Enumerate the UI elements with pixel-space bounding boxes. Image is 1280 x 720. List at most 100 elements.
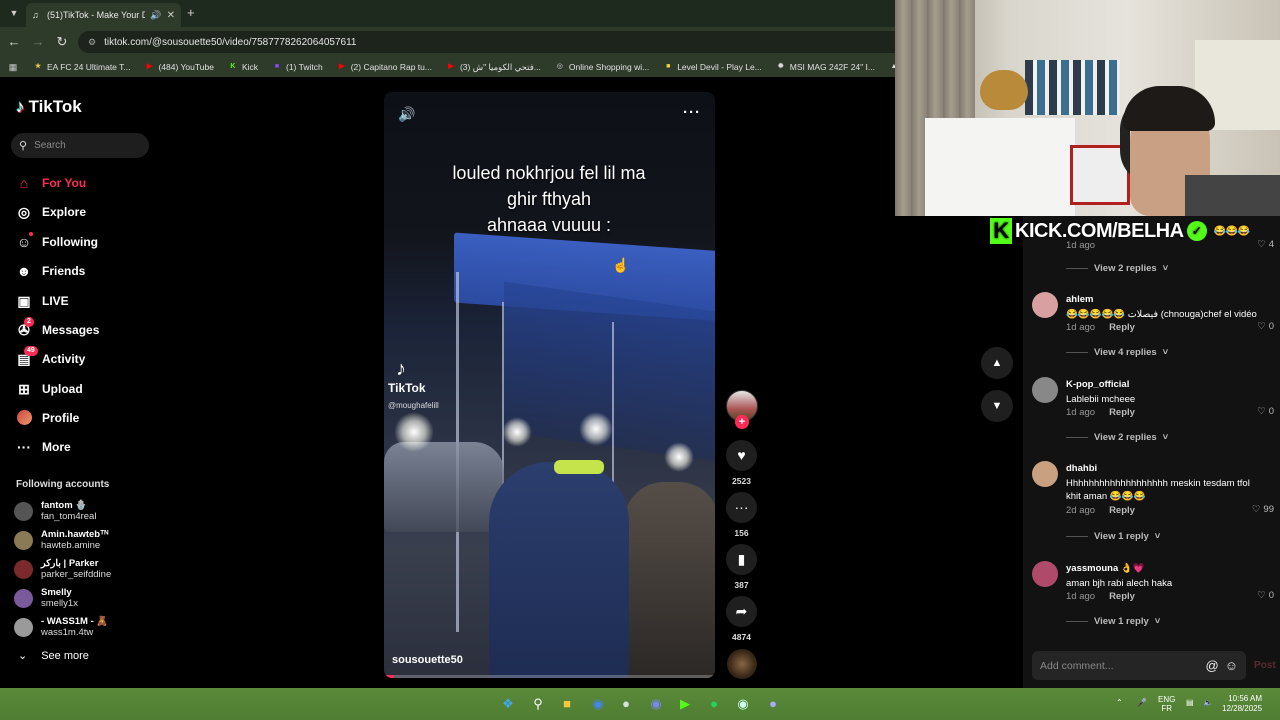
comment-like-button[interactable]: ♡ 4	[1257, 239, 1274, 250]
sidebar-item-activity[interactable]: ▤ 49 Activity	[16, 346, 85, 370]
language-indicator[interactable]: ENG FR	[1158, 695, 1175, 713]
tray-chevron-icon[interactable]: ⌃	[1116, 698, 1123, 707]
video-author[interactable]: sousouette50	[392, 654, 463, 666]
sidebar-item-friends[interactable]: ☻ Friends	[16, 260, 86, 282]
file-explorer-icon[interactable]: ■	[559, 696, 575, 712]
app-icon[interactable]: ●	[765, 696, 781, 712]
comment-avatar[interactable]	[1032, 561, 1058, 587]
bookmark-item[interactable]: K Kick	[221, 62, 265, 72]
bookmark-item[interactable]: ★ EA FC 24 Ultimate T...	[26, 62, 137, 72]
following-account[interactable]: fantom 🪬 fan_tom4real	[14, 500, 96, 522]
new-tab-plus-icon[interactable]: +	[187, 5, 195, 20]
sidebar-item-messages[interactable]: ✇ 2 Messages	[16, 317, 99, 341]
comment-username[interactable]: dhahbi	[1066, 463, 1097, 474]
following-account[interactable]: باركر | Parker parker_seifddine	[14, 558, 111, 580]
reply-button[interactable]: Reply	[1109, 505, 1135, 516]
obs-icon[interactable]: ●	[618, 696, 634, 712]
like-button[interactable]: ♥	[726, 440, 757, 471]
comment-avatar[interactable]	[1032, 292, 1058, 318]
tab-close-icon[interactable]: ✕	[167, 10, 175, 21]
mention-icon[interactable]: @	[1206, 658, 1219, 673]
account-names: - WASS1M - 🧸 wass1m.4tw	[41, 616, 108, 638]
comment-avatar[interactable]	[1032, 377, 1058, 403]
network-icon[interactable]: ▤	[1186, 698, 1194, 707]
windows-start-icon[interactable]: ❖	[500, 696, 516, 712]
reply-button[interactable]: Reply	[1109, 591, 1135, 602]
follow-plus-icon[interactable]: +	[735, 415, 749, 429]
comment-username[interactable]: yassmouna 👌💗	[1066, 563, 1145, 574]
chrome-icon[interactable]: ◉	[590, 696, 606, 712]
discord-icon[interactable]: ◉	[648, 696, 664, 712]
comment-like-button[interactable]: ♡ 0	[1257, 590, 1274, 601]
live-icon: ▣	[17, 293, 31, 309]
bookmark-item[interactable]: ▶ (3) فتحي الكوميا "ش...	[439, 62, 548, 73]
comment-button[interactable]: ···	[726, 492, 757, 523]
comment-input-box[interactable]: @ ☺	[1032, 651, 1246, 680]
site-info-icon[interactable]: ⚙	[88, 37, 96, 48]
see-more-button[interactable]: ⌄ See more	[18, 649, 89, 663]
bookmark-item[interactable]: ■ Level Devil - Play Le...	[656, 62, 769, 72]
sidebar-item-for-you[interactable]: ⌂ For You	[16, 172, 86, 194]
volume-icon[interactable]: 🔊	[398, 106, 415, 123]
view-replies-button[interactable]: View 1 reply ˅	[1066, 616, 1160, 627]
comment-avatar[interactable]	[1032, 461, 1058, 487]
back-arrow-icon[interactable]: ←	[6, 34, 22, 50]
following-account[interactable]: - WASS1M - 🧸 wass1m.4tw	[14, 616, 108, 638]
forward-arrow-icon[interactable]: →	[30, 34, 46, 50]
comment-like-button[interactable]: ♡ 0	[1257, 321, 1274, 332]
account-username: parker_seifddine	[41, 569, 112, 580]
view-replies-button[interactable]: View 1 reply ˅	[1066, 531, 1160, 542]
emoji-icon[interactable]: ☺	[1225, 658, 1238, 673]
comment-username[interactable]: ahlem	[1066, 294, 1093, 305]
comment-input[interactable]	[1040, 659, 1200, 672]
spotify-icon[interactable]: ●	[706, 696, 722, 712]
tab-tiktok[interactable]: ♫ (51)TikTok - Make Your Day 🔊 ✕	[26, 3, 181, 27]
kick-app-icon[interactable]: ▶	[677, 696, 693, 712]
apps-grid-icon[interactable]: ▦	[0, 62, 26, 73]
music-disc[interactable]	[727, 649, 757, 679]
sidebar-item-upload[interactable]: ⊞ Upload	[16, 378, 83, 400]
comment-username[interactable]: K-pop_official	[1066, 379, 1129, 390]
search-input[interactable]	[34, 140, 135, 151]
video-progress-bar[interactable]	[384, 675, 715, 678]
bookmark-label: Level Devil - Play Le...	[677, 62, 762, 72]
view-replies-button[interactable]: View 4 replies ˅	[1066, 347, 1168, 358]
sidebar-item-more[interactable]: ··· More	[16, 436, 71, 458]
reply-button[interactable]: Reply	[1109, 322, 1135, 333]
share-button[interactable]: ➦	[726, 596, 757, 627]
following-account[interactable]: Amin.hawtebᵀᴺ hawteb.amine	[14, 529, 108, 551]
previous-video-button[interactable]: ▲	[981, 347, 1013, 379]
microphone-icon[interactable]: 🎤	[1137, 698, 1147, 707]
tab-audio-icon[interactable]: 🔊	[150, 10, 161, 21]
system-clock[interactable]: 10:56 AM 12/28/2025	[1222, 694, 1262, 714]
post-button[interactable]: Post	[1254, 660, 1276, 671]
sidebar-item-live[interactable]: ▣ LIVE	[16, 290, 68, 312]
tiktok-logo[interactable]: ♪ TikTok	[16, 97, 82, 117]
activity-icon: ▤ 49	[16, 346, 38, 367]
view-replies-button[interactable]: View 2 replies ˅	[1066, 432, 1168, 443]
following-account[interactable]: Smelly smelly1x	[14, 587, 78, 609]
search-icon[interactable]: ⚲	[530, 696, 546, 712]
address-bar[interactable]: ⚙ tiktok.com/@sousouette50/video/7587778…	[78, 31, 908, 53]
sidebar-item-following[interactable]: ☺ Following	[16, 231, 98, 253]
sidebar-item-explore[interactable]: ◎ Explore	[16, 201, 86, 223]
bookmark-item[interactable]: ◎ Online Shopping wi...	[548, 62, 656, 72]
reply-button[interactable]: Reply	[1109, 407, 1135, 418]
bookmark-item[interactable]: ■ (1) Twitch	[265, 62, 330, 72]
bookmark-item[interactable]: ✹ MSI MAG 242F 24" I...	[769, 62, 882, 72]
view-replies-button[interactable]: View 2 replies ˅	[1066, 263, 1168, 274]
comment-like-button[interactable]: ♡ 0	[1257, 406, 1274, 417]
next-video-button[interactable]: ▼	[981, 390, 1013, 422]
speaker-icon[interactable]: 🔈	[1203, 698, 1213, 707]
search-box[interactable]: ⚲	[11, 133, 149, 158]
save-button[interactable]: ▮	[726, 544, 757, 575]
sidebar-item-profile[interactable]: Profile	[16, 407, 79, 429]
steam-icon[interactable]: ◉	[735, 696, 751, 712]
bookmark-item[interactable]: ▶ (484) YouTube	[137, 62, 220, 72]
reload-icon[interactable]: ↻	[54, 34, 70, 50]
more-options-icon[interactable]: ···	[683, 104, 701, 121]
tab-list-chevron-icon[interactable]: ▼	[6, 5, 22, 21]
bookmark-item[interactable]: ▶ (2) Capitano Rap tu...	[330, 62, 439, 72]
video-player[interactable]: 🔊 ··· louled nokhrjou fel lil ma ghir ft…	[384, 92, 715, 678]
comment-like-button[interactable]: ♡ 99	[1252, 504, 1274, 515]
